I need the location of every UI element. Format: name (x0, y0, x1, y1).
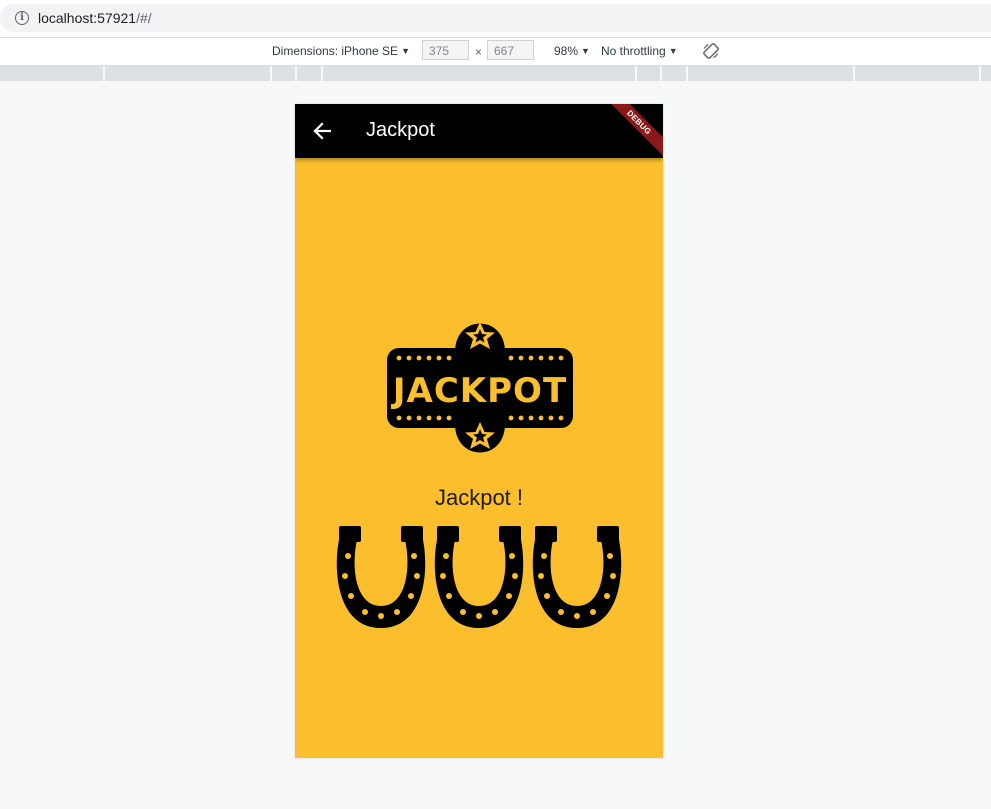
info-icon[interactable]: i (15, 11, 29, 25)
ruler-tick (853, 66, 855, 81)
ruler-tick (660, 66, 662, 81)
app-title: Jackpot (366, 119, 435, 141)
device-viewport: Jackpot DEBUG JACKPOT Jackpot ! (295, 104, 663, 758)
device-toolbar: Dimensions: iPhone SE ▼ 375 × 667 98% ▼ No… (0, 37, 991, 66)
zoom-label: 98% (554, 44, 579, 58)
svg-text:JACKPOT: JACKPOT (391, 371, 567, 411)
caret-down-icon: ▼ (668, 46, 678, 56)
media-query-ruler[interactable] (0, 66, 991, 81)
ruler-tick (270, 66, 272, 81)
height-input[interactable]: 667 (487, 40, 534, 60)
url-host: localhost:57921 (38, 10, 137, 26)
times-sign: × (475, 45, 483, 59)
ruler-tick (103, 66, 105, 81)
url-path: /#/ (136, 10, 152, 26)
width-input[interactable]: 375 (422, 40, 469, 60)
rotate-icon[interactable] (702, 42, 720, 60)
omnibox[interactable]: i localhost:57921/#/ (0, 4, 991, 32)
caret-down-icon: ▼ (401, 46, 410, 56)
ruler-tick (321, 66, 323, 81)
jackpot-logo: JACKPOT (387, 322, 573, 453)
caret-down-icon: ▼ (581, 46, 590, 56)
browser-address-bar: i localhost:57921/#/ (0, 0, 991, 37)
back-arrow-icon[interactable] (313, 122, 331, 140)
ruler-tick (295, 66, 297, 81)
horseshoe-icon (434, 526, 524, 628)
url-text[interactable]: localhost:57921/#/ (38, 10, 152, 26)
ruler-tick (635, 66, 637, 81)
zoom-dropdown[interactable]: 98% ▼ (554, 44, 590, 58)
dimensions-dropdown[interactable]: Dimensions: iPhone SE ▼ (272, 44, 410, 58)
throttling-dropdown[interactable]: No throttling ▼ (601, 44, 678, 58)
horseshoe-icon (532, 526, 622, 628)
jackpot-message: Jackpot ! (434, 485, 524, 510)
throttling-label: No throttling (601, 44, 666, 58)
horseshoe-icon (336, 526, 426, 628)
app-bar: Jackpot (295, 104, 663, 158)
ruler-tick (979, 66, 981, 81)
dimensions-label: Dimensions: iPhone SE (272, 44, 399, 58)
ruler-tick (686, 66, 688, 81)
